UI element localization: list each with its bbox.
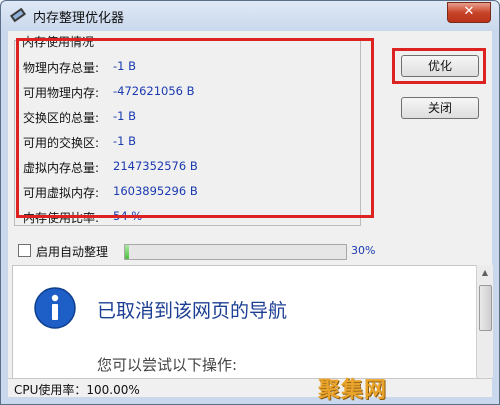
navigation-suggestion-text: 您可以尝试以下操作: <box>97 356 238 374</box>
status-bar: CPU使用率：100.00% <box>8 378 492 397</box>
browser-scrollbar[interactable]: ▲ <box>476 265 493 377</box>
memory-progress-bar <box>124 244 347 260</box>
embedded-browser: 已取消到该网页的导航 您可以尝试以下操作: <box>12 265 478 379</box>
progress-fill <box>125 245 130 259</box>
auto-clean-label[interactable]: 启用自动整理 <box>36 243 108 260</box>
memory-highlight-box <box>16 38 374 218</box>
progress-percent: 30% <box>351 244 376 257</box>
app-window: 内存整理优化器 ✕ 内存使用情况 物理内存总量: -1 B 可用物理内存: -4… <box>0 0 500 405</box>
optimize-highlight-box <box>392 48 486 84</box>
cpu-usage-status: CPU使用率：100.00% <box>14 383 140 397</box>
auto-clean-checkbox[interactable] <box>18 244 31 257</box>
memory-chip-icon <box>9 7 27 23</box>
client-area: 内存使用情况 物理内存总量: -1 B 可用物理内存: -472621056 B… <box>8 31 493 397</box>
close-button[interactable]: 关闭 <box>401 97 479 119</box>
window-title: 内存整理优化器 <box>33 11 125 26</box>
watermark-logo: 聚集网 <box>318 378 388 403</box>
navigation-canceled-heading: 已取消到该网页的导航 <box>97 300 288 322</box>
info-icon <box>34 287 76 329</box>
title-bar[interactable]: 内存整理优化器 ✕ <box>1 1 499 31</box>
scroll-up-icon[interactable]: ▲ <box>479 268 491 278</box>
window-close-button[interactable]: ✕ <box>447 2 491 23</box>
scrollbar-thumb[interactable] <box>479 285 492 331</box>
